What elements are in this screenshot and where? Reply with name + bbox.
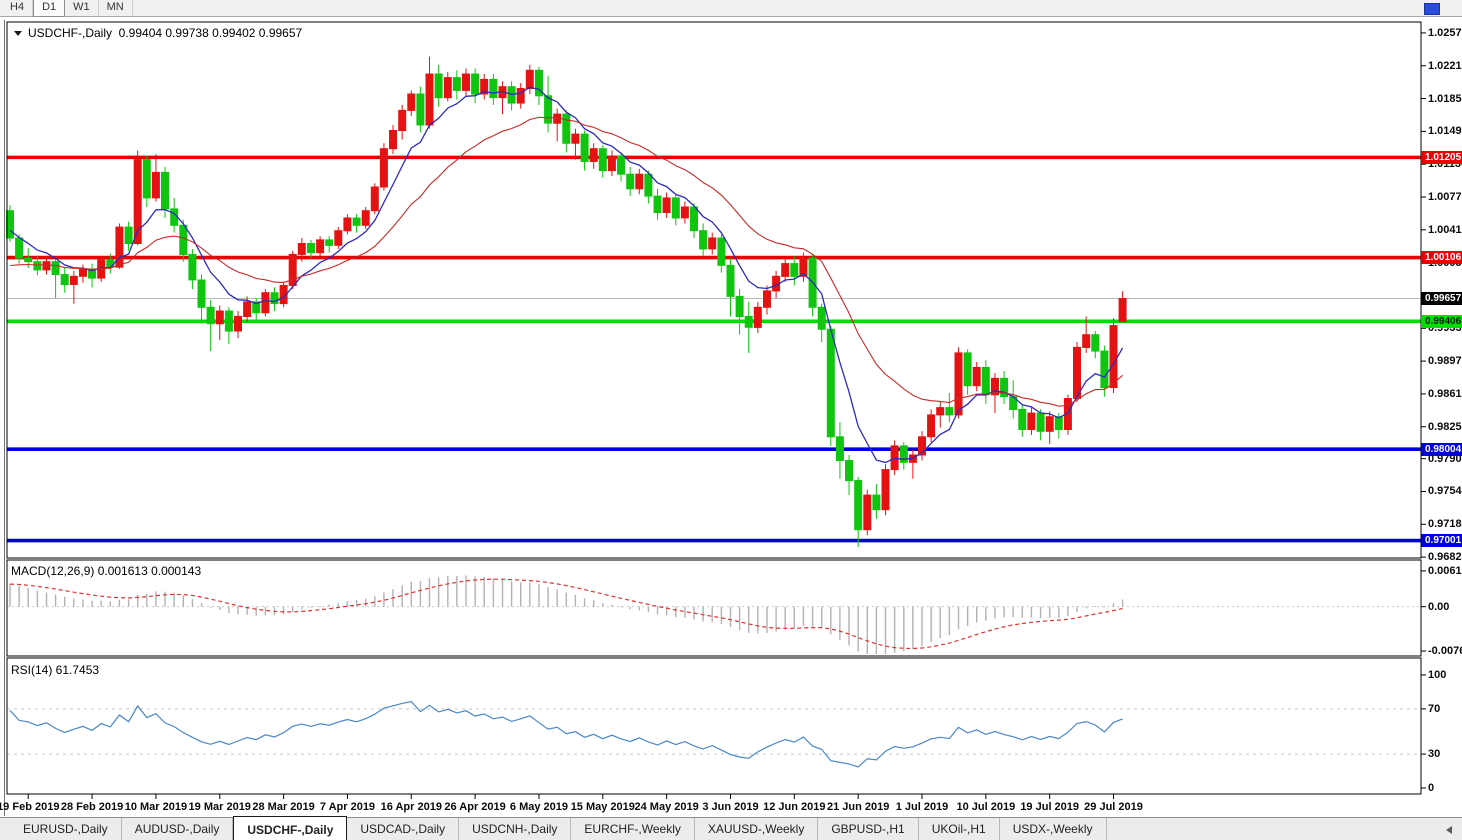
price-axis-label: 1.01850 (1428, 93, 1462, 105)
chart-symbol: USDCHF-,Daily (28, 26, 112, 40)
price-axis-label: 0.97180 (1428, 518, 1462, 530)
rsi-header: RSI(14) 61.7453 (11, 663, 99, 677)
chart-tab-usdcad-daily[interactable]: USDCAD-,Daily (347, 818, 459, 840)
macd-axis-label: -0.00761 (1428, 645, 1462, 657)
chart-tab-gbpusd-h1[interactable]: GBPUSD-,H1 (818, 818, 918, 840)
rsi-axis-label: 30 (1428, 748, 1440, 760)
price-axis-label: 0.98610 (1428, 388, 1462, 400)
rsi-axis-label: 0 (1428, 782, 1434, 794)
price-level-badge: 1.01205 (1421, 151, 1462, 164)
chart-tab-xauusd-weekly[interactable]: XAUUSD-,Weekly (695, 818, 818, 840)
chart-tab-usdx-weekly[interactable]: USDX-,Weekly (1000, 818, 1107, 840)
chart-tab-eurusd-daily[interactable]: EURUSD-,Daily (10, 818, 122, 840)
chart-tab-eurchf-weekly[interactable]: EURCHF-,Weekly (571, 818, 694, 840)
price-level-badge: 0.99406 (1421, 315, 1462, 328)
price-axis-label: 1.00770 (1428, 191, 1462, 203)
price-axis-label: 0.98250 (1428, 421, 1462, 433)
chart-tab-usdcnh-daily[interactable]: USDCNH-,Daily (459, 818, 571, 840)
tab-scroll-left-icon[interactable] (1446, 826, 1452, 834)
chart-tab-usdchf-daily[interactable]: USDCHF-,Daily (233, 816, 347, 840)
chart-canvas[interactable] (0, 0, 1462, 840)
chart-tab-audusd-daily[interactable]: AUDUSD-,Daily (122, 818, 234, 840)
price-axis-label: 0.96820 (1428, 551, 1462, 563)
chart-ohlc: 0.99404 0.99738 0.99402 0.99657 (119, 26, 303, 40)
date-label: 29 Jul 2019 (1076, 801, 1152, 813)
symbol-dropdown-icon[interactable] (14, 31, 22, 36)
chart-tabs-bar: EURUSD-,DailyAUDUSD-,DailyUSDCHF-,DailyU… (0, 817, 1462, 840)
chart-tab-ukoil-h1[interactable]: UKOil-,H1 (919, 818, 1000, 840)
price-level-badge: 0.97001 (1421, 534, 1462, 547)
price-axis-label: 0.97540 (1428, 485, 1462, 497)
price-level-badge: 1.00106 (1421, 251, 1462, 264)
price-axis-label: 1.02210 (1428, 60, 1462, 72)
current-price-badge: 0.99657 (1421, 292, 1462, 305)
terminal-window: H4D1W1MN USDCHF-,Daily 0.99404 0.99738 0… (0, 0, 1462, 840)
price-axis-label: 1.00410 (1428, 224, 1462, 236)
price-axis-label: 1.02570 (1428, 27, 1462, 39)
macd-axis-label: 0.00 (1428, 601, 1449, 613)
rsi-axis-label: 100 (1428, 669, 1446, 681)
price-axis-label: 0.98970 (1428, 355, 1462, 367)
macd-header: MACD(12,26,9) 0.001613 0.000143 (11, 564, 201, 578)
price-axis-label: 1.01490 (1428, 125, 1462, 137)
rsi-axis-label: 70 (1428, 703, 1440, 715)
chart-title: USDCHF-,Daily 0.99404 0.99738 0.99402 0.… (14, 26, 302, 40)
price-level-badge: 0.98004 (1421, 443, 1462, 456)
macd-axis-label: 0.00613 (1428, 565, 1462, 577)
